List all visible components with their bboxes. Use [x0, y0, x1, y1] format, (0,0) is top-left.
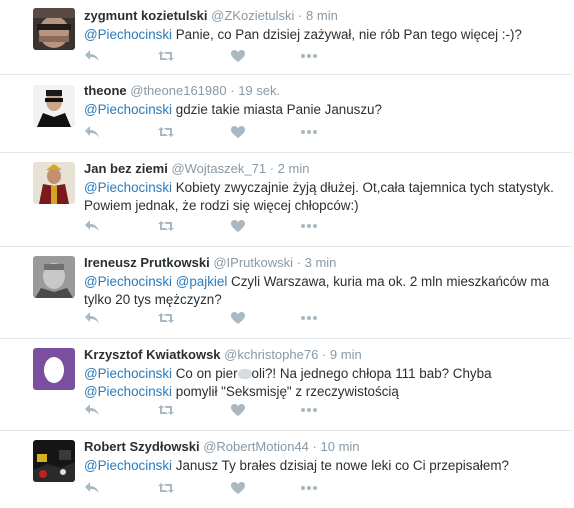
tweet-text-body: Janusz Ty brałes dzisiaj te nowe leki co… — [172, 458, 509, 473]
tweet-text: @Piechocinski Janusz Ty brałes dzisiaj t… — [84, 457, 564, 475]
author-name[interactable]: Ireneusz Prutkowski — [84, 255, 210, 270]
author-handle[interactable]: @ZKozietulski — [211, 8, 294, 23]
retweet-icon[interactable] — [157, 481, 175, 497]
mention-link[interactable]: @Piechocinski — [84, 274, 172, 289]
separator: · — [230, 83, 235, 98]
retweet-icon[interactable] — [157, 49, 175, 65]
retweet-icon[interactable] — [157, 311, 175, 327]
tweet[interactable]: Robert Szydłowski @RobertMotion44 · 10 m… — [0, 431, 572, 508]
retweet-icon[interactable] — [157, 403, 175, 419]
tweet-actions — [84, 403, 324, 419]
heart-icon[interactable] — [230, 219, 248, 235]
tweet-text: @Piechocinski @pajkiel Czyli Warszawa, k… — [84, 273, 564, 309]
tweet-actions — [84, 311, 324, 327]
avatar[interactable] — [33, 256, 75, 298]
tweet[interactable]: Jan bez ziemi @Wojtaszek_71 · 2 min @Pie… — [0, 153, 572, 247]
reply-icon[interactable] — [84, 403, 102, 419]
tweet-text-body: Panie, co Pan dzisiej zażywał, nie rób P… — [172, 27, 522, 42]
more-icon[interactable] — [300, 125, 318, 141]
reply-icon[interactable] — [84, 49, 102, 65]
author-name[interactable]: Robert Szydłowski — [84, 439, 200, 454]
author-handle[interactable]: @RobertMotion44 — [203, 439, 309, 454]
author-handle[interactable]: @kchristophe76 — [224, 347, 318, 362]
reply-icon[interactable] — [84, 311, 102, 327]
tweet-actions — [84, 219, 324, 235]
separator: · — [312, 439, 317, 454]
mention-link[interactable]: @Piechocinski — [84, 384, 172, 399]
separator: · — [269, 161, 275, 176]
censor-blur — [237, 369, 252, 379]
timestamp[interactable]: 2 min — [278, 161, 310, 176]
retweet-icon[interactable] — [157, 219, 175, 235]
tweet-actions — [84, 49, 324, 65]
avatar[interactable] — [33, 85, 75, 127]
separator: · — [321, 347, 327, 362]
avatar[interactable] — [33, 440, 75, 482]
tweet-text-body: pomylił "Seksmisję" z rzeczywistością — [172, 384, 399, 399]
timestamp[interactable]: 3 min — [305, 255, 337, 270]
heart-icon[interactable] — [230, 403, 248, 419]
tweet[interactable]: Krzysztof Kwiatkowsk @kchristophe76 · 9 … — [0, 339, 572, 431]
author-handle[interactable]: @Wojtaszek_71 — [171, 161, 266, 176]
author-name[interactable]: Krzysztof Kwiatkowsk — [84, 347, 221, 362]
heart-icon[interactable] — [230, 49, 248, 65]
tweet-text: @Piechocinski gdzie takie miasta Panie J… — [84, 101, 564, 119]
tweet-text: @Piechocinski Co on pier oli?! Na jednego… — [84, 365, 564, 401]
tweet-text-body: Co on pier — [172, 366, 238, 381]
reply-icon[interactable] — [84, 219, 102, 235]
tweet-text: @Piechocinski Kobiety zwyczajnie żyją dł… — [84, 179, 564, 215]
avatar[interactable] — [33, 162, 75, 204]
mention-link[interactable]: @pajkiel — [176, 274, 228, 289]
avatar[interactable] — [33, 8, 75, 50]
heart-icon[interactable] — [230, 481, 248, 497]
tweet-actions — [84, 481, 324, 497]
retweet-icon[interactable] — [157, 125, 175, 141]
more-icon[interactable] — [300, 311, 318, 327]
timestamp[interactable]: 10 min — [321, 439, 360, 454]
separator: · — [296, 255, 301, 270]
mention-link[interactable]: @Piechocinski — [84, 180, 172, 195]
tweet-text: @Piechocinski Panie, co Pan dzisiej zaży… — [84, 26, 564, 44]
avatar[interactable] — [33, 348, 75, 390]
more-icon[interactable] — [300, 219, 318, 235]
more-icon[interactable] — [300, 49, 318, 65]
tweet-text-body: oli?! Na jednego chłopa 111 bab? Chyba — [251, 366, 492, 381]
author-handle[interactable]: @IPrutkowski — [213, 255, 293, 270]
tweet-actions — [84, 125, 324, 141]
author-name[interactable]: theone — [84, 83, 127, 98]
more-icon[interactable] — [300, 481, 318, 497]
timestamp[interactable]: 9 min — [330, 347, 362, 362]
timestamp[interactable]: 8 min — [306, 8, 338, 23]
separator: · — [298, 8, 303, 23]
author-name[interactable]: zygmunt kozietulski — [84, 8, 208, 23]
heart-icon[interactable] — [230, 125, 248, 141]
mention-link[interactable]: @Piechocinski — [84, 102, 172, 117]
mention-link[interactable]: @Piechocinski — [84, 366, 172, 381]
more-icon[interactable] — [300, 403, 318, 419]
mention-link[interactable]: @Piechocinski — [84, 27, 172, 42]
tweet[interactable]: theone @theone161980 · 19 sek. @Piechoci… — [0, 75, 572, 153]
author-handle[interactable]: @theone161980 — [130, 83, 226, 98]
tweet[interactable]: zygmunt kozietulski @ZKozietulski · 8 mi… — [0, 0, 572, 75]
tweet[interactable]: Ireneusz Prutkowski @IPrutkowski · 3 min… — [0, 247, 572, 339]
heart-icon[interactable] — [230, 311, 248, 327]
timestamp[interactable]: 19 sek. — [238, 83, 280, 98]
reply-icon[interactable] — [84, 125, 102, 141]
reply-icon[interactable] — [84, 481, 102, 497]
mention-link[interactable]: @Piechocinski — [84, 458, 172, 473]
tweet-text-body: gdzie takie miasta Panie Januszu? — [172, 102, 382, 117]
tweet-feed: zygmunt kozietulski @ZKozietulski · 8 mi… — [0, 0, 574, 508]
author-name[interactable]: Jan bez ziemi — [84, 161, 168, 176]
